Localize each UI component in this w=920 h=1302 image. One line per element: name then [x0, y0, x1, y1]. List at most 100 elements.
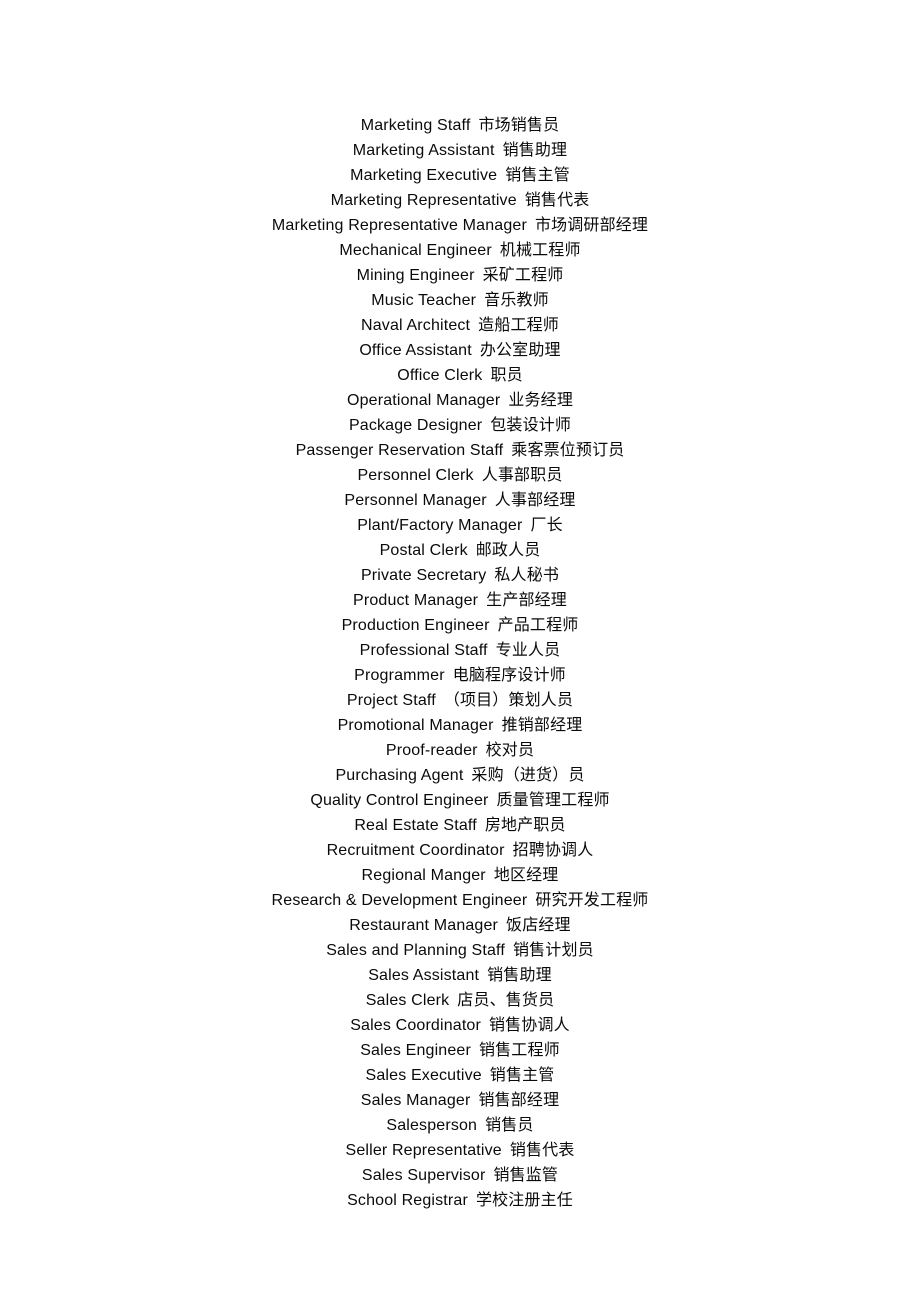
glossary-entry-term-en: Operational Manager [347, 392, 501, 409]
glossary-entry-term-en: Project Staff [346, 692, 436, 709]
glossary-entry-term-en: Music Teacher [371, 292, 477, 309]
glossary-entry: Marketing Executive 销售主管 [0, 163, 920, 188]
glossary-entry-term-zh: 招聘协调人 [512, 840, 594, 859]
glossary-entry: Marketing Staff 市场销售员 [0, 113, 920, 138]
glossary-entry: Passenger Reservation Staff 乘客票位预订员 [0, 438, 920, 463]
glossary-entry: Proof-reader 校对员 [0, 738, 920, 763]
glossary-entry-term-zh: 销售助理 [487, 965, 552, 984]
glossary-entry-term-en: Seller Representative [345, 1142, 502, 1159]
glossary-entry-term-zh: 邮政人员 [475, 540, 541, 559]
glossary-entry: Production Engineer 产品工程师 [0, 613, 920, 638]
glossary-entry: Regional Manger 地区经理 [0, 863, 920, 888]
glossary-entry: Plant/Factory Manager 厂长 [0, 513, 920, 538]
glossary-entry: Sales Executive 销售主管 [0, 1063, 920, 1088]
glossary-entry-term-zh: 销售工程师 [478, 1040, 560, 1059]
glossary-entry: Personnel Clerk 人事部职员 [0, 463, 920, 488]
glossary-entry-term-en: Office Clerk [397, 367, 483, 384]
glossary-entry-term-en: Marketing Executive [350, 167, 498, 184]
glossary-entry: School Registrar 学校注册主任 [0, 1188, 920, 1213]
glossary-entry-term-en: Personnel Manager [344, 492, 487, 509]
glossary-entry-term-en: Office Assistant [359, 342, 472, 359]
glossary-entry-term-zh: 采矿工程师 [482, 265, 564, 284]
glossary-entry-term-en: Real Estate Staff [354, 817, 477, 834]
glossary-entry-term-en: Professional Staff [359, 642, 488, 659]
glossary-entry-term-zh: 销售主管 [489, 1065, 555, 1084]
glossary-entry-term-en: Regional Manger [361, 867, 486, 884]
glossary-entry-term-zh: 店员、售货员 [457, 990, 555, 1009]
glossary-list: Marketing Staff 市场销售员 Marketing Assistant 销… [0, 113, 920, 1213]
glossary-entry: Sales Manager 销售部经理 [0, 1088, 920, 1113]
glossary-entry-term-en: Package Designer [348, 417, 483, 434]
glossary-entry-term-en: Naval Architect [361, 317, 471, 334]
glossary-entry: Sales Coordinator 销售协调人 [0, 1013, 920, 1038]
glossary-entry-term-zh: 研究开发工程师 [535, 890, 649, 909]
glossary-entry-term-zh: 乘客票位预订员 [511, 440, 625, 459]
glossary-entry-term-zh: 专业人员 [495, 640, 561, 659]
glossary-entry: Sales Assistant 销售助理 [0, 963, 920, 988]
glossary-entry: Sales Supervisor 销售监管 [0, 1163, 920, 1188]
glossary-entry: Marketing Assistant 销售助理 [0, 138, 920, 163]
glossary-entry-term-zh: 产品工程师 [497, 615, 579, 634]
glossary-entry-term-en: Passenger Reservation Staff [295, 442, 504, 459]
glossary-entry-term-en: Restaurant Manager [349, 917, 499, 934]
glossary-entry: Product Manager 生产部经理 [0, 588, 920, 613]
glossary-entry: Office Clerk 职员 [0, 363, 920, 388]
glossary-entry-term-zh: 销售部经理 [478, 1090, 560, 1109]
glossary-entry-term-zh: 销售计划员 [512, 940, 594, 959]
glossary-entry-term-zh: 销售主管 [505, 165, 570, 184]
glossary-entry: Purchasing Agent 采购（进货）员 [0, 763, 920, 788]
glossary-entry-term-en: Sales Supervisor [361, 1167, 486, 1184]
glossary-entry-term-zh: 包装设计师 [490, 415, 572, 434]
glossary-entry-term-en: Marketing Staff [360, 117, 471, 134]
glossary-entry-term-zh: 销售助理 [502, 140, 568, 159]
glossary-entry-term-en: Sales Engineer [360, 1042, 471, 1059]
glossary-entry-term-zh: 销售员 [485, 1115, 534, 1134]
glossary-entry-term-en: Programmer [354, 667, 445, 684]
glossary-entry-term-en: Sales Coordinator [350, 1017, 481, 1034]
glossary-entry: Quality Control Engineer 质量管理工程师 [0, 788, 920, 813]
glossary-entry: Mining Engineer 采矿工程师 [0, 263, 920, 288]
glossary-entry-term-en: Postal Clerk [379, 542, 468, 559]
glossary-entry-term-zh: 质量管理工程师 [496, 790, 610, 809]
glossary-entry-term-en: Personnel Clerk [357, 467, 474, 484]
glossary-entry: Sales and Planning Staff 销售计划员 [0, 938, 920, 963]
glossary-entry-term-zh: 电脑程序设计师 [452, 665, 566, 684]
glossary-entry-term-en: Marketing Representative Manager [271, 217, 527, 234]
glossary-entry-term-en: Plant/Factory Manager [357, 517, 523, 534]
glossary-entry-term-zh: 办公室助理 [479, 340, 561, 359]
glossary-entry-term-zh: 采购（进货）员 [471, 765, 585, 784]
glossary-entry-term-zh: 职员 [490, 365, 523, 384]
glossary-entry-term-en: Mechanical Engineer [339, 242, 492, 259]
glossary-entry-term-zh: 校对员 [485, 740, 535, 759]
glossary-entry-term-en: Private Secretary [360, 567, 487, 584]
glossary-entry: Personnel Manager 人事部经理 [0, 488, 920, 513]
glossary-entry-term-zh: （项目）策划人员 [443, 690, 574, 709]
glossary-entry: Package Designer 包装设计师 [0, 413, 920, 438]
glossary-entry: Office Assistant 办公室助理 [0, 338, 920, 363]
glossary-entry: Operational Manager 业务经理 [0, 388, 920, 413]
glossary-entry: Promotional Manager 推销部经理 [0, 713, 920, 738]
glossary-entry: Music Teacher 音乐教师 [0, 288, 920, 313]
glossary-entry: Marketing Representative 销售代表 [0, 188, 920, 213]
glossary-entry: Restaurant Manager 饭店经理 [0, 913, 920, 938]
glossary-entry: Project Staff （项目）策划人员 [0, 688, 920, 713]
glossary-entry: Marketing Representative Manager 市场调研部经理 [0, 213, 920, 238]
glossary-entry-term-zh: 机械工程师 [499, 240, 581, 259]
glossary-entry-term-zh: 推销部经理 [501, 715, 583, 734]
glossary-entry-term-en: Sales Assistant [368, 967, 480, 984]
glossary-entry-term-zh: 销售代表 [509, 1140, 575, 1159]
glossary-entry: Salesperson 销售员 [0, 1113, 920, 1138]
glossary-entry-term-en: Research & Development Engineer [271, 892, 528, 909]
glossary-entry-term-en: Production Engineer [341, 617, 490, 634]
glossary-entry-term-en: Marketing Representative [330, 192, 517, 209]
glossary-entry-term-zh: 业务经理 [508, 390, 573, 409]
glossary-entry: Private Secretary 私人秘书 [0, 563, 920, 588]
glossary-entry-term-zh: 学校注册主任 [475, 1190, 573, 1209]
glossary-entry: Research & Development Engineer 研究开发工程师 [0, 888, 920, 913]
glossary-entry-term-zh: 市场销售员 [478, 115, 560, 134]
glossary-entry-term-zh: 生产部经理 [486, 590, 567, 609]
glossary-entry-term-en: Salesperson [386, 1117, 478, 1134]
glossary-entry-term-en: Sales Manager [360, 1092, 471, 1109]
document-page: Marketing Staff 市场销售员 Marketing Assistant 销… [0, 0, 920, 1302]
glossary-entry: Sales Clerk 店员、售货员 [0, 988, 920, 1013]
